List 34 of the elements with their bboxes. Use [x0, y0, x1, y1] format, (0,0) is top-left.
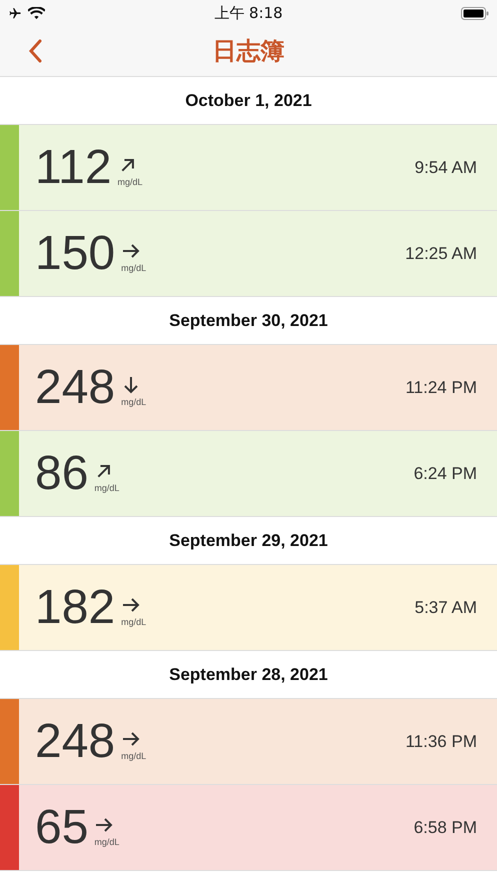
reading-time: 9:54 AM [414, 158, 477, 178]
battery-icon [461, 6, 489, 20]
nav-title: 日志簿 [212, 36, 284, 67]
glucose-value: 248 [35, 714, 116, 769]
wifi-icon [28, 6, 45, 20]
airplane-icon [8, 6, 22, 20]
status-time: 上午 8:18 [214, 4, 283, 22]
unit-label: mg/dL [121, 616, 146, 626]
unit-label: mg/dL [94, 482, 120, 492]
glucose-value: 248 [35, 360, 116, 415]
reading-time: 11:24 PM [405, 378, 477, 398]
unit-label: mg/dL [118, 176, 143, 186]
glucose-value: 86 [35, 446, 88, 501]
reading-row[interactable]: 112 mg/dL 9:54 AM [0, 125, 497, 211]
reading-row[interactable]: 248 mg/dL 11:36 PM [0, 699, 497, 785]
reading-row[interactable]: 248 mg/dL 11:24 PM [0, 345, 497, 431]
reading-row[interactable]: 65 mg/dL 6:58 PM [0, 785, 497, 871]
reading-row[interactable]: 86 mg/dL 6:24 PM [0, 431, 497, 517]
reading-time: 11:36 PM [405, 732, 477, 752]
unit-label: mg/dL [121, 262, 146, 272]
glucose-value: 65 [35, 800, 88, 855]
reading-row[interactable]: 182 mg/dL 5:37 AM [0, 565, 497, 651]
reading-row[interactable]: 150 mg/dL 12:25 AM [0, 211, 497, 297]
back-button[interactable] [28, 39, 42, 63]
reading-time: 6:58 PM [414, 818, 477, 838]
unit-label: mg/dL [121, 396, 146, 406]
glucose-value: 182 [35, 580, 116, 635]
reading-time: 6:24 PM [414, 464, 477, 484]
unit-label: mg/dL [121, 750, 146, 760]
unit-label: mg/dL [94, 836, 120, 846]
reading-time: 12:25 AM [405, 244, 477, 264]
reading-time: 5:37 AM [414, 598, 477, 618]
glucose-value: 112 [35, 140, 112, 195]
glucose-value: 150 [35, 226, 116, 281]
